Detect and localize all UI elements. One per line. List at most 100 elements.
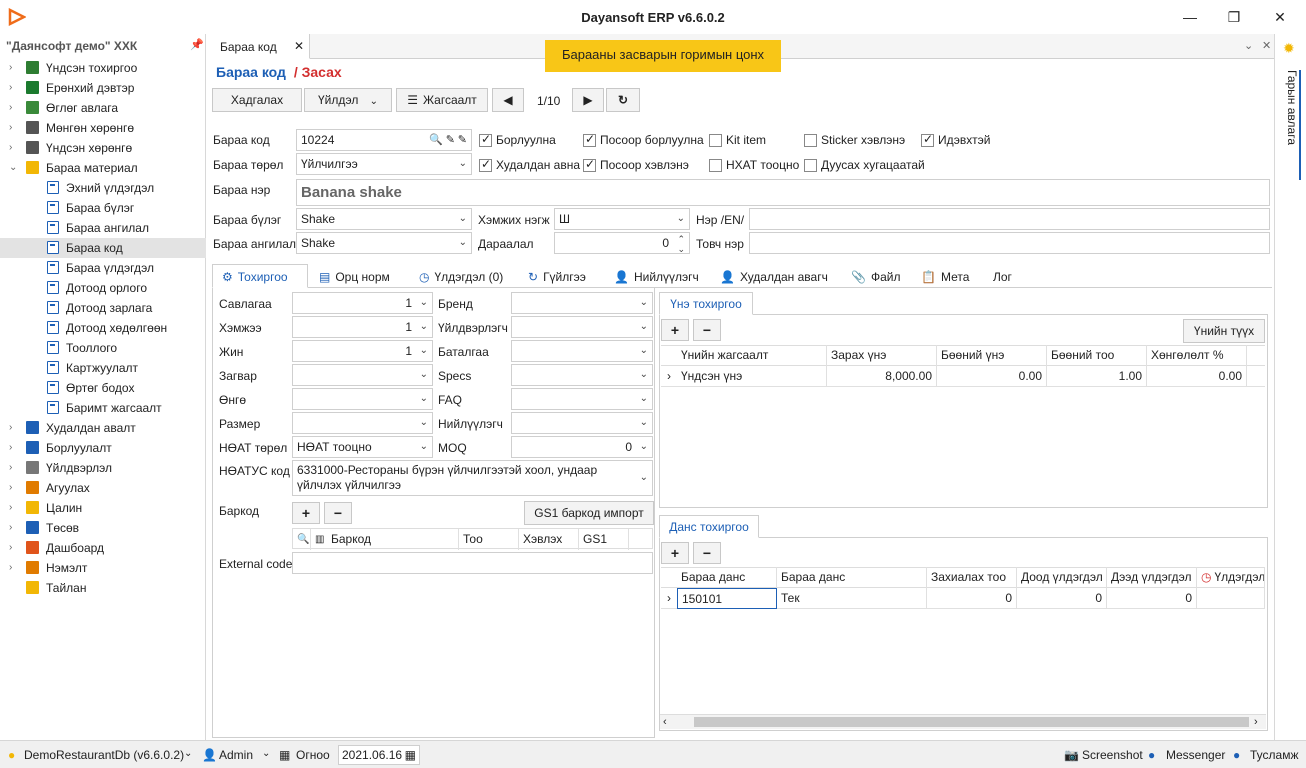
detail-tab[interactable]: ◷ Үлдэгдэл (0) [419, 266, 503, 288]
sidebar-item[interactable]: Бараа ангилал [0, 218, 206, 238]
chevron-icon[interactable]: › [9, 498, 17, 518]
sidebar-item[interactable]: Эхний үлдэгдэл [0, 178, 206, 198]
group-select[interactable]: Shake ⌄ [296, 208, 472, 230]
setting-field[interactable]: НӨАТ тооцно ⌄ [292, 436, 433, 458]
account-cell[interactable]: 150101 [677, 588, 777, 609]
sidebar-item[interactable]: Баримт жагсаалт [0, 398, 206, 418]
user-name[interactable]: Admin [219, 748, 253, 762]
setting-field[interactable]: ⌄ [511, 340, 653, 362]
setting-field[interactable]: ⌄ [511, 388, 653, 410]
chevron-icon[interactable]: › [9, 418, 17, 438]
account-cell[interactable]: 0 [1107, 588, 1197, 609]
setting-field[interactable]: ⌄ [511, 412, 653, 434]
spinner-icon[interactable]: ⌃ ⌄ [677, 234, 685, 253]
tab-item-code[interactable]: Бараа код ✕ [208, 34, 310, 59]
chevron-icon[interactable]: › [9, 78, 17, 98]
tab-price-settings[interactable]: Үнэ тохиргоо [659, 292, 753, 315]
type-select[interactable]: Үйлчилгээ ⌄ [296, 153, 472, 175]
price-cell[interactable]: 8,000.00 [827, 366, 937, 387]
search-icon[interactable]: 🔍 [429, 130, 443, 150]
sidebar-item[interactable]: Тайлан [0, 578, 206, 598]
setting-field[interactable]: 0 ⌄ [511, 436, 653, 458]
detail-tab[interactable]: 👤 Худалдан авагч [720, 266, 828, 288]
account-cell[interactable] [1197, 588, 1265, 609]
price-cell[interactable]: Үндсэн үнэ [677, 366, 827, 387]
manual-tab[interactable]: Гарын авлага [1281, 70, 1301, 180]
sidebar-item[interactable]: › Дашбоард [0, 538, 206, 558]
tabs-dropdown-icon[interactable]: ⌄ [1244, 39, 1253, 52]
price-history-button[interactable]: Үнийн түүх [1183, 319, 1265, 343]
chevron-icon[interactable]: › [9, 438, 17, 458]
barcode-add-button[interactable]: + [292, 502, 320, 524]
detail-tab[interactable]: ⚙ Тохиргоо [222, 266, 288, 288]
database-name[interactable]: DemoRestaurantDb (v6.6.0.2) [24, 748, 184, 762]
flag-checkbox[interactable] [709, 134, 722, 147]
account-cell[interactable]: 0 [1017, 588, 1107, 609]
next-button[interactable]: ▶ [572, 88, 604, 112]
sidebar-item[interactable]: ⌄ Бараа материал [0, 158, 206, 178]
sidebar-item[interactable]: › Үйлдвэрлэл [0, 458, 206, 478]
setting-field[interactable]: ⌄ [292, 364, 433, 386]
flag-checkbox[interactable] [479, 132, 492, 147]
flag-checkbox[interactable] [804, 134, 817, 147]
refresh-button[interactable]: ↻ [606, 88, 640, 112]
sidebar-item[interactable]: › Цалин [0, 498, 206, 518]
vat-code-select[interactable]: 6331000-Рестораны бүрэн үйлчилгээтэй хоо… [292, 460, 653, 496]
sidebar-item[interactable]: Дотоод хөдөлгөөн [0, 318, 206, 338]
class-select[interactable]: Shake ⌄ [296, 232, 472, 254]
flag-checkbox[interactable] [583, 132, 596, 147]
pin-icon[interactable]: 📌 [190, 38, 204, 51]
flag-checkbox[interactable] [921, 132, 934, 147]
help-button[interactable]: Тусламж [1250, 748, 1298, 762]
pen-icon[interactable]: ✎ [458, 130, 467, 150]
tab-close-icon[interactable]: ✕ [294, 39, 304, 53]
sidebar-item[interactable]: Бараа код [0, 238, 206, 258]
setting-field[interactable]: 1 ⌄ [292, 340, 433, 362]
action-button[interactable]: Үйлдэл ⌄ [304, 88, 392, 112]
account-cell[interactable]: Тек [777, 588, 927, 609]
setting-field[interactable]: ⌄ [511, 316, 653, 338]
calendar-picker-icon[interactable]: ▦ [405, 746, 416, 764]
maximize-button[interactable]: ❐ [1214, 6, 1254, 28]
flag-checkbox[interactable] [804, 159, 817, 172]
chevron-icon[interactable]: › [9, 558, 17, 578]
save-button[interactable]: Хадгалах [212, 88, 302, 112]
sidebar-item[interactable]: › Төсөв [0, 518, 206, 538]
search-icon[interactable]: 🔍 [293, 529, 311, 550]
detail-tab[interactable]: 👤 Нийлүүлэгч [614, 266, 699, 288]
chevron-down-icon[interactable]: ⌄ [184, 748, 192, 759]
chevron-icon[interactable]: › [9, 118, 17, 138]
unit-select[interactable]: Ш ⌄ [554, 208, 690, 230]
sidebar-item[interactable]: › Агуулах [0, 478, 206, 498]
chevron-icon[interactable]: › [9, 58, 17, 78]
order-input[interactable]: 0 ⌃ ⌄ [554, 232, 690, 254]
close-button[interactable]: ✕ [1260, 6, 1300, 28]
setting-field[interactable]: ⌄ [292, 412, 433, 434]
sidebar-item[interactable]: Өртөг бодох [0, 378, 206, 398]
scroll-left-icon[interactable]: ‹ [663, 715, 667, 729]
chevron-icon[interactable]: › [9, 98, 17, 118]
detail-tab[interactable]: 📎 Файл [851, 266, 900, 288]
detail-tab[interactable]: 📋 Мета [921, 266, 969, 288]
price-cell[interactable]: 0.00 [1147, 366, 1247, 387]
flag-checkbox[interactable] [709, 159, 722, 172]
sidebar-item[interactable]: › Үндсэн хөрөнгө [0, 138, 206, 158]
gs1-import-button[interactable]: GS1 баркод импорт [524, 501, 654, 525]
gear-icon[interactable]: ✹ [1283, 40, 1295, 57]
account-cell[interactable]: 0 [927, 588, 1017, 609]
setting-field[interactable]: ⌄ [511, 292, 653, 314]
edit-icon[interactable]: ✎ [446, 130, 455, 150]
messenger-button[interactable]: Messenger [1166, 748, 1225, 762]
chevron-icon[interactable]: › [9, 458, 17, 478]
row-expand-icon[interactable]: › [663, 366, 677, 387]
sidebar-item[interactable]: › Худалдан авалт [0, 418, 206, 438]
setting-field[interactable]: 1 ⌄ [292, 292, 433, 314]
chevron-icon[interactable]: › [9, 478, 17, 498]
chevron-icon[interactable]: › [9, 138, 17, 158]
scroll-right-icon[interactable]: › [1254, 715, 1258, 729]
price-add-button[interactable]: + [661, 319, 689, 341]
sidebar-item[interactable]: › Ерөнхий дэвтэр [0, 78, 206, 98]
row-expand-icon[interactable]: › [663, 588, 677, 609]
chevron-down-icon[interactable]: ⌄ [262, 748, 270, 759]
code-input[interactable]: 10224 🔍 ✎ ✎ [296, 129, 472, 151]
